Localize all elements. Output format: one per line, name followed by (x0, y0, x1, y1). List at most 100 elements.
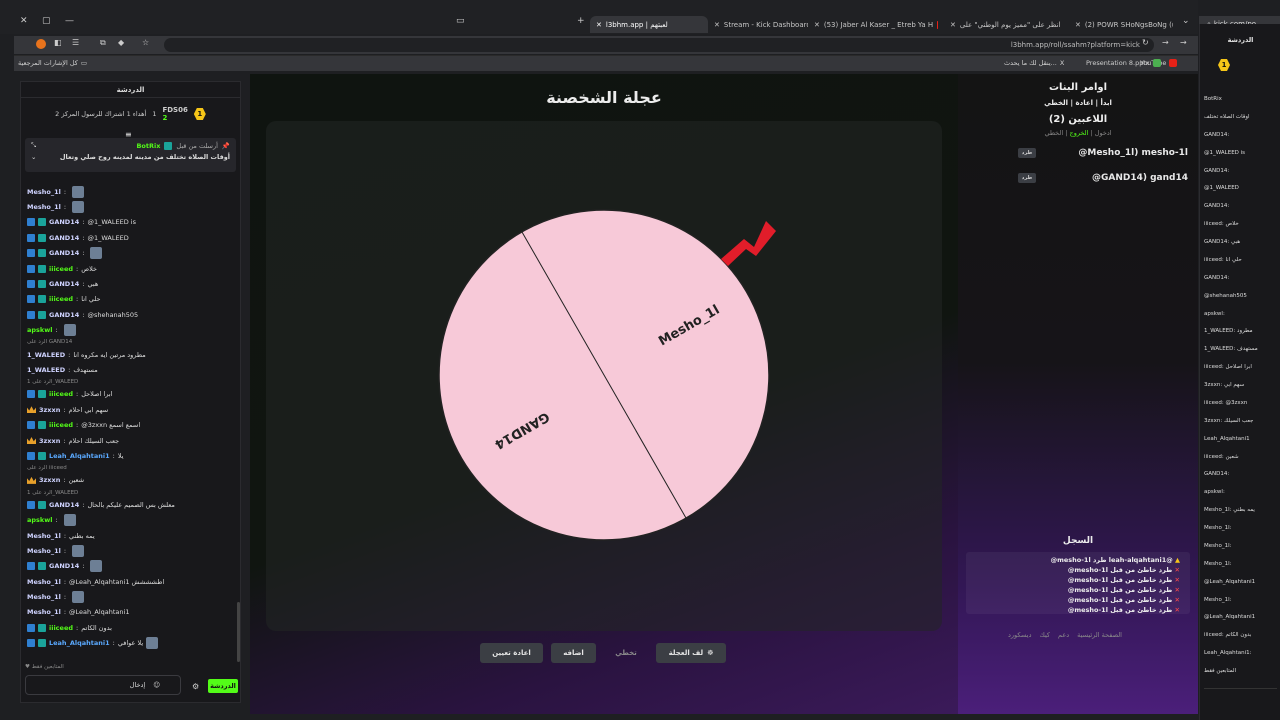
emoji-icon[interactable]: ☺ (153, 681, 160, 689)
close-window-icon[interactable]: ✕ (20, 16, 28, 26)
footer-kick-link[interactable]: كيك (1039, 631, 1050, 639)
bookmark-presentation[interactable]: Presentation 8.pptx (1086, 59, 1161, 67)
chat-message[interactable]: 1_WALEED: مطرود مرتين ايه مكروه انا (27, 347, 237, 362)
extensions-icon[interactable]: ⧉ (100, 38, 106, 48)
chat-input[interactable]: إدخال ☺ (25, 675, 181, 695)
chat-message[interactable]: iiiceed: ابرا اصلاحل (27, 387, 237, 402)
chat-username[interactable]: iiiceed (49, 421, 73, 429)
chat-message[interactable]: Mesho_1l: يمه بطني (27, 528, 237, 543)
chat-username[interactable]: iiiceed (49, 624, 73, 632)
close-tab-icon[interactable]: ✕ (814, 21, 820, 29)
chat-message[interactable]: Mesho_1l: (27, 543, 237, 558)
reload-icon[interactable]: ↻ (1142, 38, 1149, 47)
chat-message[interactable]: 3zxxn: جعب السيلك احلام (27, 433, 237, 448)
collapse-icon[interactable]: ⤡ (31, 141, 36, 150)
chat-username[interactable]: GAND14 (49, 501, 79, 509)
chat-message[interactable]: apskwl: (27, 512, 237, 527)
chat-username[interactable]: GAND14 (49, 562, 79, 570)
chat-message[interactable]: GAND14: @1_WALEED (27, 230, 237, 245)
chat-message[interactable]: iiiceed: بدون الكاتم (27, 620, 237, 635)
chat-message[interactable]: Mesho_1l: (27, 589, 237, 604)
tab-x-profile[interactable]: ✕(2) POWR SHoNgsBoNg (@SH (1069, 16, 1173, 33)
close-tab-icon[interactable]: ✕ (714, 21, 720, 29)
pin-menu-icon[interactable]: ≡ (125, 130, 132, 139)
chat-username[interactable]: 1_WALEED (27, 351, 65, 359)
tab-l3bhm[interactable]: ✕ l3bhm.app | لعبتهم (590, 16, 708, 33)
url-field[interactable]: l3bhm.app/roll/ssahm?platform=kick (164, 38, 1154, 52)
reset-button[interactable]: اعادة تعيين (480, 643, 543, 663)
chat-message[interactable]: GAND14: @shehanah505 (27, 307, 237, 322)
chat-username[interactable]: GAND14 (49, 311, 79, 319)
chat-username[interactable]: Mesho_1l (27, 593, 61, 601)
chat-message[interactable]: iiiceed: حلي انا (27, 292, 237, 307)
add-button[interactable]: اضافه (551, 643, 596, 663)
chat-scrollbar[interactable] (237, 602, 240, 662)
extension-icon[interactable] (36, 39, 46, 49)
chat-username[interactable]: iiiceed (49, 390, 73, 398)
tab-x-post[interactable]: ✕ انظر على "مميز يوم الوطني" على (944, 16, 1069, 33)
chat-username[interactable]: Leah_Alqahtani1 (49, 452, 110, 460)
chat-username[interactable]: Mesho_1l (27, 203, 61, 211)
chat-message[interactable]: apskwl: (27, 323, 237, 338)
chat-username[interactable]: Leah_Alqahtani1 (49, 639, 110, 647)
chat-username[interactable]: 3zxxn (39, 476, 60, 484)
chat-username[interactable]: 3zxxn (39, 437, 60, 445)
close-tab-icon[interactable]: ✕ (950, 21, 956, 29)
chat-message[interactable]: iiiceed: خلاص (27, 261, 237, 276)
close-tab-icon[interactable]: ✕ (1075, 21, 1081, 29)
chat-username[interactable]: Mesho_1l (27, 608, 61, 616)
chat-message[interactable]: 1_WALEED: مستهدف (27, 362, 237, 377)
footer-support-link[interactable]: دعم (1058, 631, 1069, 639)
chat-username[interactable]: Mesho_1l (27, 532, 61, 540)
bookmark-x[interactable]: ينقل لك ما يحدث... X (1004, 59, 1064, 67)
kick-button[interactable]: طرد (1018, 148, 1036, 158)
pinned-message[interactable]: 📌 أرسلت من قبل BotRix ⤡ أوقات الصلاه تخت… (25, 138, 236, 172)
chat-username[interactable]: GAND14 (49, 234, 79, 242)
chat-message[interactable]: Mesho_1l: (27, 184, 237, 199)
chat-message[interactable]: GAND14: هبي (27, 276, 237, 291)
settings-icon[interactable]: ◆ (118, 38, 124, 47)
kick-button[interactable]: طرد (1018, 173, 1036, 183)
chat-message[interactable]: 3zxxn: سهم ابي احلام (27, 402, 237, 417)
chat-message[interactable]: Leah_Alqahtani1: يلا (27, 448, 237, 463)
chat-message[interactable]: GAND14: (27, 246, 237, 261)
history-icon[interactable]: ☰ (72, 38, 79, 47)
back-icon[interactable]: → (1180, 38, 1187, 47)
chat-message[interactable]: Mesho_1l: @Leah_Alqahtani1 اطشششش (27, 574, 237, 589)
tab-youtube[interactable]: ✕ (53) Jaber Al Kaser _ Etreb Ya H (808, 16, 944, 33)
chat-username[interactable]: apskwl (27, 516, 52, 524)
new-tab-icon[interactable]: + (577, 16, 585, 26)
chat-message[interactable]: GAND14: @1_WALEED is (27, 215, 237, 230)
tab-search-icon[interactable]: ▭ (456, 16, 465, 26)
tab-list-icon[interactable]: ⌄ (1182, 16, 1190, 26)
chat-message[interactable]: GAND14: معلش بس الصميم عليكم بالحال (27, 497, 237, 512)
chat-message[interactable]: GAND14: (27, 559, 237, 574)
forward-icon[interactable]: → (1162, 38, 1169, 47)
footer-discord-link[interactable]: ديسكورد (1008, 631, 1031, 639)
chat-message[interactable]: Leah_Alqahtani1: يلا عوافي (27, 636, 237, 651)
gear-icon[interactable]: ⚙ (192, 682, 199, 691)
chat-message[interactable]: Mesho_1l: (27, 199, 237, 214)
tab-kick-dashboard[interactable]: ✕ Stream - Kick Dashboard (708, 16, 808, 33)
chat-username[interactable]: 1_WALEED (27, 366, 65, 374)
chat-username[interactable]: iiiceed (49, 265, 73, 273)
skip-button[interactable]: تخطي (604, 643, 648, 663)
chat-username[interactable]: GAND14 (49, 218, 79, 226)
chevron-down-icon[interactable]: ⌄ (31, 153, 36, 161)
side-chat-input[interactable] (1204, 688, 1277, 712)
minimize-window-icon[interactable]: — (65, 16, 74, 26)
bookmark-star-icon[interactable]: ☆ (142, 38, 149, 47)
maximize-window-icon[interactable]: ▢ (42, 16, 51, 26)
all-bookmarks-link[interactable]: كل الإشارات المرجعية ▭ (18, 59, 87, 67)
send-chat-button[interactable]: الدردشة (208, 679, 238, 693)
chat-username[interactable]: Mesho_1l (27, 578, 61, 586)
chat-username[interactable]: apskwl (27, 326, 52, 334)
chat-username[interactable]: iiiceed (49, 295, 73, 303)
footer-home-link[interactable]: الصفحة الرئيسية (1077, 631, 1122, 639)
chat-username[interactable]: GAND14 (49, 249, 79, 257)
chat-message[interactable]: Mesho_1l: @Leah_Alqahtani1 (27, 605, 237, 620)
chat-username[interactable]: 3zxxn (39, 406, 60, 414)
chat-username[interactable]: Mesho_1l (27, 188, 61, 196)
chat-message[interactable]: 3zxxn: شعين (27, 473, 237, 488)
chat-username[interactable]: GAND14 (49, 280, 79, 288)
